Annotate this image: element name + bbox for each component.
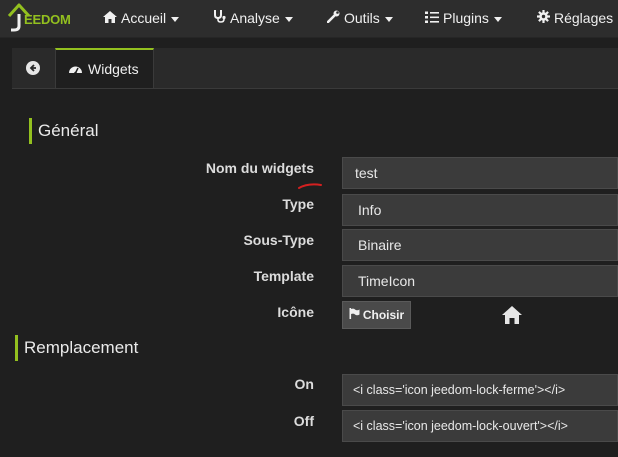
icon-label: Icône xyxy=(277,304,314,320)
chevron-down-icon xyxy=(284,16,293,22)
chevron-down-icon xyxy=(384,16,393,22)
name-label: Nom du widgets xyxy=(205,160,314,176)
nav-plugins-label: Plugins xyxy=(443,10,489,26)
nav-accueil[interactable]: Accueil xyxy=(102,0,180,37)
cog-icon xyxy=(535,0,551,37)
nav-reglages-label: Réglages xyxy=(554,10,614,26)
template-select[interactable]: TimeIcon xyxy=(342,265,618,297)
off-label: Off xyxy=(293,413,314,429)
widget-name-input[interactable]: test xyxy=(342,157,618,189)
chevron-down-icon xyxy=(171,16,180,22)
off-replacement-input[interactable]: <i class='icon jeedom-lock-ouvert'></i> xyxy=(342,410,618,442)
tasks-icon xyxy=(424,0,440,37)
nav-outils[interactable]: Outils xyxy=(325,0,393,37)
choose-button-label: Choisir xyxy=(362,308,405,322)
on-label: On xyxy=(294,376,314,392)
logo-brand-text: EEDOM xyxy=(24,12,71,27)
back-tab[interactable] xyxy=(12,48,54,88)
subtype-select[interactable]: Binaire xyxy=(342,229,618,261)
nav-outils-label: Outils xyxy=(344,10,380,26)
on-replacement-input[interactable]: <i class='icon jeedom-lock-ferme'></i> xyxy=(342,374,618,406)
tab-widgets-label: Widgets xyxy=(88,61,139,77)
home-icon xyxy=(102,0,118,37)
nav-analyse[interactable]: Analyse xyxy=(211,0,293,37)
template-label: Template xyxy=(253,268,314,284)
nav-reglages[interactable]: Réglages xyxy=(535,0,613,37)
red-cursor-mark xyxy=(298,183,322,189)
tabs-bar: Widgets xyxy=(12,48,618,89)
home-icon xyxy=(502,306,522,324)
dashboard-icon xyxy=(68,62,83,77)
stethoscope-icon xyxy=(211,0,227,37)
section-general-title: Général xyxy=(29,118,98,144)
top-navbar: EEDOM Accueil Analyse Outils Plugins Rég… xyxy=(0,0,618,38)
jeedom-logo[interactable]: EEDOM xyxy=(6,2,71,34)
nav-accueil-label: Accueil xyxy=(121,10,167,26)
arrow-circle-left-icon xyxy=(26,61,40,75)
type-label: Type xyxy=(282,196,314,212)
nav-analyse-label: Analyse xyxy=(230,10,280,26)
subtype-label: Sous-Type xyxy=(243,232,314,248)
flag-icon xyxy=(349,308,360,322)
nav-plugins[interactable]: Plugins xyxy=(424,0,502,37)
wrench-icon xyxy=(325,0,341,37)
tab-widgets[interactable]: Widgets xyxy=(55,48,154,88)
chevron-down-icon xyxy=(493,16,502,22)
section-replacement-title: Remplacement xyxy=(15,335,138,361)
type-select[interactable]: Info xyxy=(342,194,618,226)
choose-icon-button[interactable]: Choisir xyxy=(342,301,411,329)
